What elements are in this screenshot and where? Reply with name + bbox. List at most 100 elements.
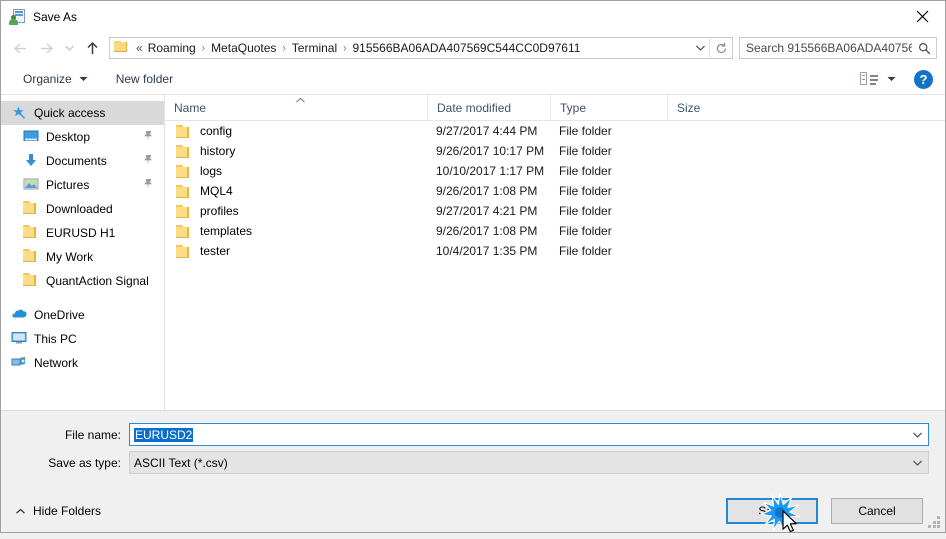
new-folder-label: New folder [115, 72, 174, 86]
address-bar[interactable]: « Roaming › MetaQuotes › Terminal › 9155… [109, 37, 733, 59]
breadcrumb-item-terminal[interactable]: Terminal [289, 40, 340, 56]
forward-button[interactable] [33, 35, 59, 61]
pin-icon[interactable] [143, 130, 153, 144]
file-date-cell: 9/26/2017 1:08 PM [436, 184, 538, 198]
breadcrumb-overflow[interactable]: « [134, 41, 145, 55]
breadcrumb-separator-icon[interactable]: › [340, 42, 349, 54]
sidebar-item-this-pc[interactable]: This PC [1, 327, 164, 351]
table-row[interactable]: logs 10/10/2017 1:17 PM File folder [165, 161, 945, 181]
up-arrow-icon [86, 41, 98, 54]
table-row[interactable]: config 9/27/2017 4:44 PM File folder [165, 121, 945, 141]
search-box[interactable]: Search 915566BA06ADA40756... [739, 37, 937, 59]
forward-arrow-icon [40, 42, 53, 54]
save-as-type-select[interactable]: ASCII Text (*.csv) [129, 451, 929, 474]
file-name-cell: logs [165, 164, 427, 178]
hide-folders-button[interactable]: Hide Folders [15, 504, 101, 518]
file-name-cell: tester [165, 244, 427, 258]
breadcrumb-item-roaming[interactable]: Roaming [145, 40, 199, 56]
close-button[interactable] [899, 1, 945, 31]
file-name-label: MQL4 [200, 184, 233, 198]
table-row[interactable]: history 9/26/2017 10:17 PM File folder [165, 141, 945, 161]
save-button[interactable]: Save [726, 493, 818, 533]
folder-icon [176, 144, 192, 158]
column-header-size[interactable]: Size [667, 95, 747, 120]
sidebar-item-eurusd-h1[interactable]: EURUSD H1 [1, 221, 164, 245]
sidebar-item-pictures[interactable]: Pictures [1, 173, 164, 197]
file-name-cell: profiles [165, 204, 427, 218]
column-header-type[interactable]: Type [550, 95, 667, 120]
sidebar-item-quantaction-signal[interactable]: QuantAction Signal [1, 269, 164, 293]
recent-locations-button[interactable] [59, 35, 79, 61]
sidebar-item-desktop[interactable]: Desktop [1, 125, 164, 149]
dialog-footer: Hide Folders Save Cancel [1, 490, 945, 533]
table-row[interactable]: MQL4 9/26/2017 1:08 PM File folder [165, 181, 945, 201]
chevron-down-icon [695, 45, 705, 51]
organize-button[interactable]: Organize [17, 67, 94, 91]
search-input[interactable]: Search 915566BA06ADA40756... [740, 41, 912, 55]
column-header-label: Date modified [437, 100, 512, 115]
this-pc-icon [11, 331, 28, 347]
cancel-button[interactable]: Cancel [831, 498, 923, 524]
column-header-label: Size [677, 100, 701, 115]
search-icon [918, 42, 930, 54]
up-button[interactable] [79, 35, 105, 61]
save-as-dialog: Save As « Roaming › MetaQuotes › Termina… [0, 0, 946, 533]
file-date-cell: 9/27/2017 4:21 PM [436, 204, 538, 218]
breadcrumb-separator-icon[interactable]: › [199, 42, 208, 54]
back-button[interactable] [7, 35, 33, 61]
refresh-button[interactable] [709, 38, 732, 58]
save-as-type-row: Save as type: ASCII Text (*.csv) [1, 451, 945, 474]
file-name-dropdown-button[interactable] [906, 431, 928, 439]
search-button[interactable] [912, 42, 936, 55]
sidebar-item-my-work[interactable]: My Work [1, 245, 164, 269]
folder-icon [114, 40, 130, 56]
caret-down-icon [79, 76, 88, 82]
table-row[interactable]: tester 10/4/2017 1:35 PM File folder [165, 241, 945, 261]
sidebar-item-quick-access[interactable]: Quick access [1, 101, 164, 125]
file-name-cell: templates [165, 224, 427, 238]
breadcrumb-item-guid[interactable]: 915566BA06ADA407569C544CC0D97611 [349, 40, 583, 56]
sidebar-item-label: Pictures [46, 178, 90, 192]
breadcrumb-separator-icon[interactable]: › [279, 42, 288, 54]
sidebar-item-label: This PC [34, 332, 77, 346]
save-as-icon [9, 8, 26, 25]
refresh-icon [716, 42, 726, 53]
table-row[interactable]: profiles 9/27/2017 4:21 PM File folder [165, 201, 945, 221]
resize-grip-icon[interactable] [928, 516, 941, 529]
help-button[interactable]: ? [914, 69, 933, 89]
column-header-name[interactable]: Name [165, 95, 427, 120]
recent-locations-icon [64, 45, 74, 51]
file-name-input[interactable]: EURUSD2 [129, 423, 929, 446]
sidebar-item-documents[interactable]: Documents [1, 149, 164, 173]
cancel-button-label: Cancel [858, 504, 896, 518]
column-header-date-modified[interactable]: Date modified [427, 95, 550, 120]
sidebar-item-downloaded[interactable]: Downloaded [1, 197, 164, 221]
column-headers: Name Date modified Type Size [165, 95, 945, 121]
back-arrow-icon [13, 42, 26, 54]
new-folder-button[interactable]: New folder [110, 67, 179, 91]
hide-folders-label: Hide Folders [33, 504, 102, 518]
view-options-icon[interactable] [860, 71, 880, 87]
pin-icon[interactable] [143, 154, 153, 168]
view-options-dropdown-button[interactable] [882, 69, 900, 89]
file-name-label: File name: [64, 427, 121, 442]
footer-buttons: Save Cancel [726, 493, 945, 533]
sidebar-item-onedrive[interactable]: OneDrive [1, 303, 164, 327]
chevron-down-icon [912, 432, 922, 438]
file-date-cell: 9/26/2017 1:08 PM [436, 224, 538, 238]
save-as-type-dropdown-button[interactable] [906, 459, 928, 467]
file-name-selected-text[interactable]: EURUSD2 [134, 427, 194, 442]
folder-icon [23, 273, 40, 289]
file-name-label: tester [200, 244, 231, 258]
address-dropdown-button[interactable] [691, 38, 709, 58]
sort-ascending-icon [295, 93, 306, 107]
pin-icon[interactable] [143, 178, 153, 192]
sidebar-item-label: My Work [46, 250, 94, 264]
file-name-value[interactable]: EURUSD2 [130, 427, 906, 442]
sidebar-item-network[interactable]: Network [1, 351, 164, 375]
file-date-cell: 10/10/2017 1:17 PM [436, 164, 545, 178]
breadcrumb-item-metaquotes[interactable]: MetaQuotes [208, 40, 279, 56]
table-row[interactable]: templates 9/26/2017 1:08 PM File folder [165, 221, 945, 241]
file-list-pane: Name Date modified Type Size config 9/27… [165, 95, 945, 410]
save-as-type-value: ASCII Text (*.csv) [134, 455, 228, 470]
